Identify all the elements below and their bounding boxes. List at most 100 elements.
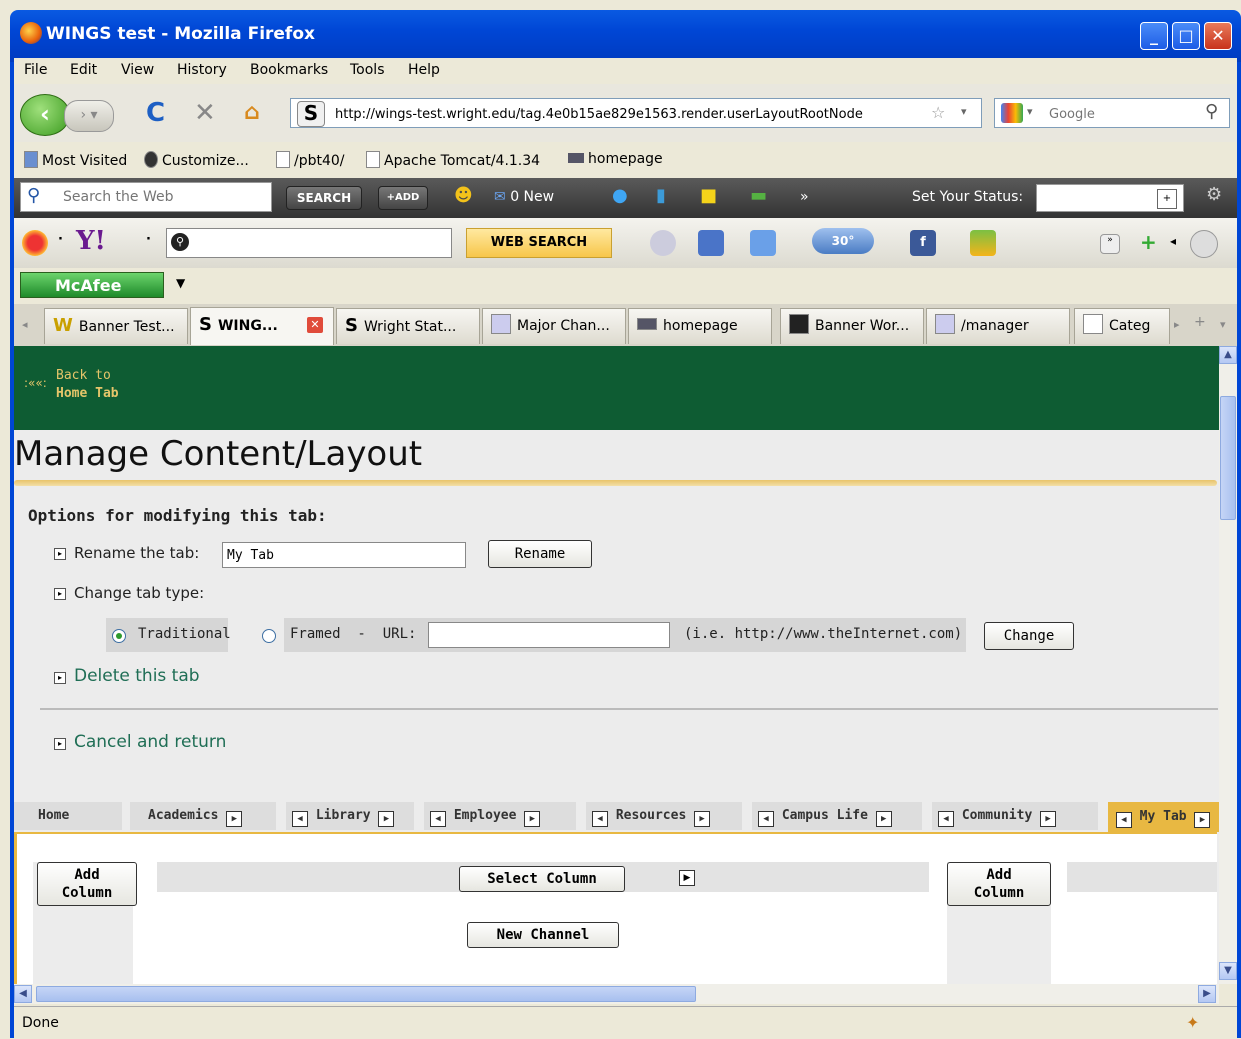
scroll-right-icon[interactable]: ▶ bbox=[1198, 985, 1216, 1003]
tab-categ[interactable]: Categ bbox=[1074, 308, 1170, 344]
web-search-box[interactable]: ⚲ bbox=[20, 182, 272, 212]
move-left-icon[interactable]: ◀ bbox=[938, 811, 954, 827]
move-right-icon[interactable]: ▶ bbox=[378, 811, 395, 827]
tab-list-icon[interactable]: ▾ bbox=[1220, 318, 1226, 331]
menu-file[interactable]: File bbox=[24, 62, 47, 78]
search-engine-box[interactable]: ▾ ⚲ bbox=[994, 98, 1230, 128]
yahoo-logo-icon[interactable] bbox=[22, 230, 48, 256]
tab-close-icon[interactable]: ✕ bbox=[307, 317, 323, 333]
yahoo-web-search-button[interactable]: WEB SEARCH bbox=[466, 228, 612, 258]
chevron-left-icon[interactable]: ◂ bbox=[1170, 234, 1176, 248]
yahoo-menu-dot[interactable]: · bbox=[58, 232, 63, 247]
channel-tab-academics[interactable]: Academics ▶ bbox=[130, 802, 276, 830]
yahoo-search-input[interactable] bbox=[193, 233, 447, 250]
tab-scroll-left-icon[interactable]: ◂ bbox=[22, 318, 28, 331]
yahoo-search-box[interactable]: ⚲ bbox=[166, 228, 452, 258]
delete-tab-link[interactable]: Delete this tab bbox=[74, 666, 200, 686]
anti-spy-icon[interactable] bbox=[650, 230, 676, 256]
games-icon[interactable] bbox=[970, 230, 996, 256]
new-tab-icon[interactable]: + bbox=[1194, 314, 1206, 330]
move-right-icon[interactable]: ▶ bbox=[1194, 812, 1211, 828]
tab-manager[interactable]: /manager bbox=[926, 308, 1070, 344]
move-left-icon[interactable]: ◀ bbox=[292, 811, 308, 827]
menu-edit[interactable]: Edit bbox=[70, 62, 97, 78]
yahoo-menu-dot-2[interactable]: · bbox=[146, 232, 151, 247]
scroll-up-icon[interactable]: ▲ bbox=[1219, 346, 1237, 364]
bookmark-tomcat[interactable]: Apache Tomcat/4.1.34 bbox=[366, 151, 540, 169]
plus-icon[interactable]: + bbox=[1140, 230, 1157, 254]
back-to-link[interactable]: Back to bbox=[56, 368, 111, 383]
yahoo-y-icon[interactable]: Y! bbox=[76, 226, 106, 256]
status-input[interactable] bbox=[1041, 189, 1155, 206]
bookmark-customize[interactable]: Customize... bbox=[144, 151, 249, 169]
change-button[interactable]: Change bbox=[984, 622, 1074, 650]
rename-tab-input[interactable] bbox=[222, 542, 466, 568]
menu-tools[interactable]: Tools bbox=[350, 62, 385, 78]
google-icon[interactable] bbox=[1001, 103, 1023, 123]
horizontal-scroll-thumb[interactable] bbox=[36, 986, 696, 1002]
channel-tab-home[interactable]: Home bbox=[14, 802, 122, 830]
close-button[interactable]: ✕ bbox=[1204, 22, 1232, 50]
cancel-return-link[interactable]: Cancel and return bbox=[74, 732, 226, 752]
move-left-icon[interactable]: ◀ bbox=[592, 811, 608, 827]
chevron-down-icon[interactable]: ▾ bbox=[961, 105, 967, 118]
phone-icon[interactable]: ▮ bbox=[656, 185, 666, 206]
back-button[interactable]: ‹ bbox=[20, 94, 70, 136]
menu-view[interactable]: View bbox=[121, 62, 154, 78]
maximize-button[interactable]: □ bbox=[1172, 22, 1200, 50]
select-column-button[interactable]: Select Column bbox=[459, 866, 625, 892]
menu-bookmarks[interactable]: Bookmarks bbox=[250, 62, 328, 78]
status-input-box[interactable]: + bbox=[1036, 184, 1184, 212]
scroll-left-icon[interactable]: ◀ bbox=[14, 985, 32, 1003]
notes-icon[interactable]: ■ bbox=[700, 185, 717, 206]
settings-icon[interactable] bbox=[1190, 230, 1218, 258]
channel-tab-community[interactable]: ◀ Community ▶ bbox=[932, 802, 1098, 830]
chat-icon[interactable]: ● bbox=[612, 185, 628, 206]
move-right-icon[interactable]: ▶ bbox=[875, 811, 892, 827]
mcafee-button[interactable]: McAfee bbox=[20, 272, 164, 298]
status-add-icon[interactable]: + bbox=[1157, 189, 1177, 209]
minimize-button[interactable]: _ bbox=[1140, 22, 1168, 50]
scroll-down-icon[interactable]: ▼ bbox=[1219, 962, 1237, 980]
mail-icon[interactable] bbox=[750, 230, 776, 256]
menu-history[interactable]: History bbox=[177, 62, 227, 78]
move-left-icon[interactable]: ◀ bbox=[430, 811, 446, 827]
bookmark-pbt40[interactable]: /pbt40/ bbox=[276, 151, 345, 169]
games-icon[interactable]: ▬ bbox=[750, 185, 767, 206]
web-search-button[interactable]: SEARCH bbox=[286, 186, 362, 210]
channel-tab-campus-life[interactable]: ◀ Campus Life ▶ bbox=[752, 802, 922, 830]
vertical-scroll-thumb[interactable] bbox=[1220, 396, 1236, 520]
reload-icon[interactable]: C bbox=[146, 98, 165, 128]
move-right-icon[interactable]: ▶ bbox=[694, 811, 711, 827]
tab-scroll-right-icon[interactable]: ▸ bbox=[1174, 318, 1180, 331]
star-icon[interactable]: ☆ bbox=[931, 103, 945, 122]
bookmark-homepage[interactable]: homepage bbox=[568, 151, 663, 167]
chevron-down-icon[interactable]: ▼ bbox=[176, 276, 185, 290]
framed-url-input[interactable] bbox=[428, 622, 670, 648]
menu-help[interactable]: Help bbox=[408, 62, 440, 78]
channel-tab-resources[interactable]: ◀ Resources ▶ bbox=[586, 802, 742, 830]
more-arrow-icon[interactable]: » bbox=[1100, 234, 1120, 254]
tab-wright-state[interactable]: S Wright Stat... bbox=[336, 308, 480, 344]
rename-button[interactable]: Rename bbox=[488, 540, 592, 568]
vertical-scrollbar[interactable]: ▲ ▼ bbox=[1219, 346, 1237, 984]
move-left-icon[interactable]: ◀ bbox=[758, 811, 774, 827]
move-column-right-icon[interactable]: ▶ bbox=[679, 870, 695, 886]
move-right-icon[interactable]: ▶ bbox=[226, 811, 243, 827]
runner-icon[interactable]: ☻ bbox=[454, 185, 473, 206]
add-button[interactable]: +ADD bbox=[378, 186, 428, 210]
mail-button[interactable]: ✉ 0 New bbox=[494, 189, 554, 205]
web-search-input[interactable] bbox=[61, 188, 265, 206]
channel-tab-employee[interactable]: ◀ Employee ▶ bbox=[424, 802, 576, 830]
forward-button[interactable]: › ▾ bbox=[64, 100, 114, 132]
channel-tab-my-tab[interactable]: ◀ My Tab ▶ bbox=[1108, 802, 1219, 832]
gear-icon[interactable]: ⚙ bbox=[1206, 184, 1222, 205]
weather-button[interactable]: 30° bbox=[812, 228, 874, 254]
stop-icon[interactable]: ✕ bbox=[194, 98, 216, 128]
new-channel-button[interactable]: New Channel bbox=[467, 922, 619, 948]
search-input[interactable] bbox=[1047, 103, 1201, 125]
url-input[interactable] bbox=[333, 102, 927, 126]
tab-banner-test[interactable]: W Banner Test... bbox=[44, 308, 188, 344]
tab-wings[interactable]: S WING... ✕ bbox=[190, 307, 334, 345]
bookmark-most-visited[interactable]: Most Visited bbox=[24, 151, 127, 169]
